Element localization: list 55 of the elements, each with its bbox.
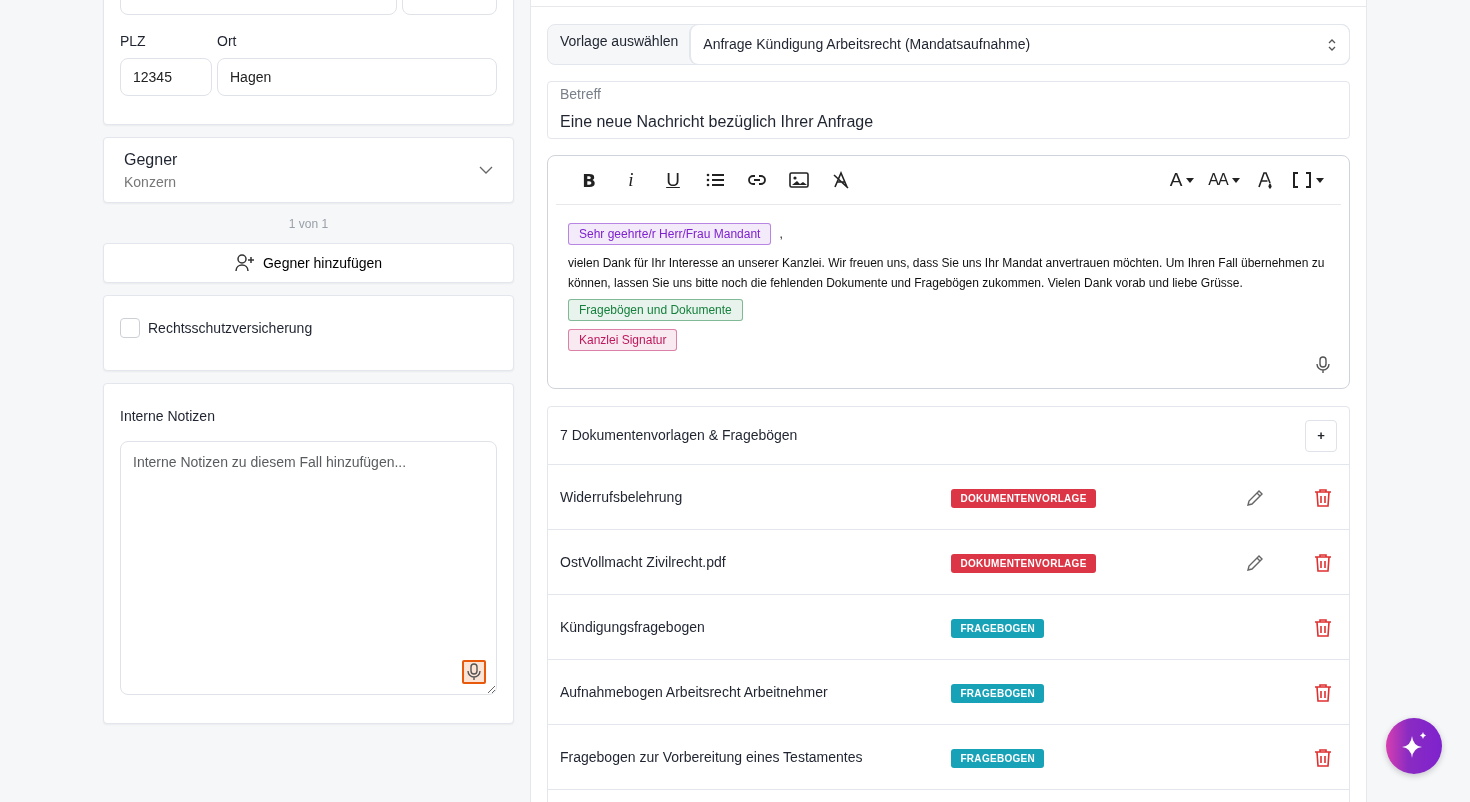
document-name: Aufnahmebogen Arbeitsrecht Arbeitnehmer	[560, 682, 829, 702]
comma-text: ,	[779, 227, 783, 241]
placeholder-tag[interactable]: Kanzlei Signatur	[568, 329, 678, 351]
trash-icon	[1313, 682, 1332, 703]
microphone-button[interactable]	[462, 660, 486, 684]
caret-icon	[1231, 177, 1240, 183]
font-size-button[interactable]: AA	[1203, 165, 1245, 195]
type-badge: FRAGEBOGEN	[951, 748, 1045, 768]
field-label: PLZ	[120, 32, 147, 51]
trash-icon	[1313, 487, 1332, 508]
template-select[interactable]: Anfrage Kündigung Arbeitsrecht (Mandatsaufnahme)	[690, 25, 1349, 64]
underline-button[interactable]: U	[652, 165, 694, 195]
document-name: OstVollmacht Zivilrecht.pdf	[560, 552, 727, 572]
type-badge: DOKUMENTENVORLAGE	[951, 488, 1096, 508]
italic-button[interactable]: i	[610, 165, 652, 195]
font-button[interactable]: A	[1161, 165, 1203, 195]
type-badge: FRAGEBOGEN	[951, 618, 1045, 638]
add-opponent-button[interactable]: Gegner hinzufügen	[103, 243, 514, 283]
opponent-title: Gegner	[124, 149, 179, 170]
list-icon	[705, 171, 725, 189]
caret-icon	[1316, 177, 1324, 183]
opponent-accordion[interactable]: Gegner Konzern	[103, 137, 514, 203]
trash-icon	[1313, 552, 1332, 573]
checkbox[interactable]	[120, 318, 140, 338]
field-label: Ort	[217, 32, 238, 51]
document-name: Widerrufsbelehrung	[560, 487, 684, 507]
postal-code-field[interactable]: 12345	[120, 58, 212, 96]
notes-label: Interne Notizen	[120, 407, 216, 426]
email-body-text: vielen Dank für Ihr Interesse an unserer Kanzlei. Wir freuen uns, dass Sie uns Ihr Mandat anvertrauen möchten. Um Ihren Fall übernehmen zu können, lassen Sie uns bitte noch die fehlenden Dokumente und Fragebögen zukommen. Vielen Dank vorab und liebe Grüsse.	[568, 255, 1326, 292]
opponent-type: Konzern	[124, 172, 178, 192]
subject-field[interactable]: Betreff Eine neue Nachricht bezüglich Ihrer Anfrage	[547, 81, 1350, 139]
document-name: Fragebogen zur Vorbereitung eines Testamentes	[560, 747, 864, 767]
placeholder-tag[interactable]: Fragebögen und Dokumente	[568, 299, 743, 321]
type-badge: FRAGEBOGEN	[951, 683, 1045, 703]
add-user-icon	[234, 254, 255, 272]
template-label: Vorlage auswählen	[559, 32, 680, 51]
city-field[interactable]: Hagen	[217, 58, 497, 96]
page-counter: 1 von 1	[287, 216, 330, 233]
select-arrows-icon	[1327, 37, 1337, 52]
checkbox-label: Rechtsschutzversicherung	[148, 318, 313, 338]
brackets-icon	[1292, 171, 1312, 189]
image-icon	[789, 171, 809, 189]
documents-title: 7 Dokumentenvorlagen & Fragebögen	[560, 426, 798, 445]
ai-assistant-button[interactable]	[1386, 718, 1442, 774]
trash-icon	[1313, 617, 1332, 638]
notes-textarea[interactable]: Interne Notizen zu diesem Fall hinzufügen...	[120, 441, 497, 695]
clear-format-icon	[831, 171, 851, 189]
caret-icon	[1186, 177, 1195, 183]
microphone-button[interactable]	[1315, 355, 1331, 374]
placeholder-tag[interactable]: Sehr geehrte/r Herr/Frau Mandant	[568, 223, 772, 245]
bold-button[interactable]: B	[568, 165, 610, 195]
document-name: Kündigungsfragebogen	[560, 617, 706, 637]
add-document-button[interactable]: +	[1305, 419, 1337, 452]
trash-icon	[1313, 747, 1332, 768]
type-badge: DOKUMENTENVORLAGE	[951, 553, 1096, 573]
